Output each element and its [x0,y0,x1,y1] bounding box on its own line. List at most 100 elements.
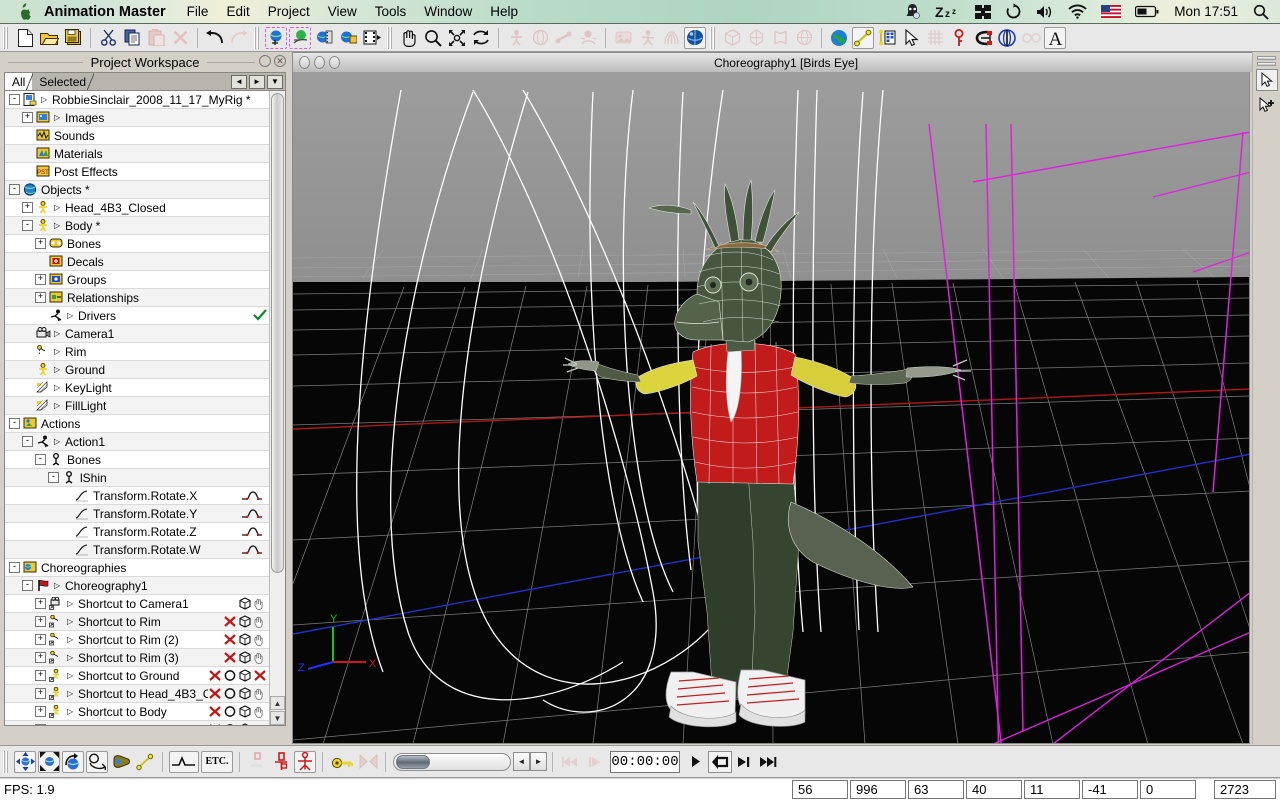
open-folder-button[interactable] [38,27,60,49]
disclosure-triangle-icon[interactable]: ▷ [41,95,50,104]
collapse-toggle-icon[interactable]: - [9,184,20,195]
bone-mode-button[interactable] [110,751,132,773]
viewport-titlebar[interactable]: Choreography1 [Birds Eye] [292,52,1280,72]
expand-toggle-icon[interactable]: + [35,598,46,609]
menu-app-title[interactable]: Animation Master [36,0,178,23]
menu-help[interactable]: Help [481,0,527,23]
us-flag-icon[interactable] [1101,0,1122,23]
scale-mode-button[interactable] [38,750,60,773]
tree-row[interactable]: ▷ KeyLight [5,379,269,397]
disclosure-triangle-icon[interactable]: ▷ [54,437,63,446]
red-x-icon[interactable] [208,669,222,682]
status-field-6[interactable]: 0 [1140,780,1196,799]
tree-scroll-down-button[interactable]: ▼ [270,711,285,725]
toolbar-grip[interactable] [3,26,10,49]
copy-button[interactable] [121,27,143,49]
tree-row[interactable]: + ▷ Shortcut to Rim (3) [5,649,269,667]
menu-window[interactable]: Window [415,0,481,23]
expand-toggle-icon[interactable]: + [22,202,33,213]
tree-row[interactable]: Sounds [5,127,269,145]
disclosure-triangle-icon[interactable]: ▷ [67,671,76,680]
new-document-button[interactable] [14,27,36,49]
tree-row[interactable]: + Groups [5,271,269,289]
link-chain-button[interactable] [1020,27,1042,49]
red-x-icon[interactable] [223,651,237,664]
bottombar-grip[interactable] [3,750,10,773]
new-choreography-button[interactable] [313,27,335,49]
tree-row[interactable]: - lShin [5,469,269,487]
extrude-button[interactable] [769,27,791,49]
collapse-toggle-icon[interactable]: - [22,436,33,447]
influence-sphere-button[interactable] [996,27,1018,49]
tree-row[interactable]: Decals [5,253,269,271]
rotate-view-button[interactable] [470,27,492,49]
rotate-mode-button[interactable] [62,750,84,773]
tree-row[interactable]: + Bones [5,235,269,253]
skip-to-start-button[interactable] [559,751,581,773]
tree-row[interactable]: + ▷ Shortcut to Rim (2) [5,631,269,649]
sync-arrows-icon[interactable] [1005,0,1022,23]
tree-row[interactable]: + ▷ Shortcut to Ground [5,667,269,685]
decal-button[interactable] [612,27,634,49]
tab-selected[interactable]: Selected [32,73,95,90]
etc-button[interactable]: ETC. [201,750,233,773]
tab-menu-button[interactable]: ▼ [267,74,283,89]
expand-toggle-icon[interactable]: + [35,634,46,645]
sleep-zzz-icon[interactable]: Zzz [935,0,961,23]
undo-button[interactable] [204,27,226,49]
spline-mode-button[interactable] [134,751,156,773]
collapse-toggle-icon[interactable]: - [9,94,20,105]
curve-preview-icon[interactable] [237,525,267,538]
play-button[interactable] [684,751,708,773]
menu-view[interactable]: View [319,0,366,23]
tree-row[interactable]: - Actions [5,415,269,433]
hand-pose-icon[interactable] [253,723,267,725]
muscle-mode-button[interactable] [86,750,108,773]
tree-row[interactable]: - ▷ Choreography1 [5,577,269,595]
tree-row[interactable]: - ▷ Action1 [5,433,269,451]
tree-row[interactable]: + ▷ Shortcut to Body [5,703,269,721]
new-material-button[interactable] [337,27,359,49]
expand-toggle-icon[interactable]: + [35,652,46,663]
save-project-button[interactable] [62,27,84,49]
tree-row[interactable]: ▷ FillLight [5,397,269,415]
shade-mode-button[interactable] [684,26,706,49]
cut-button[interactable] [97,27,119,49]
hand-pose-icon[interactable] [253,633,267,646]
tree-row[interactable]: ▷ Rim [5,343,269,361]
disclosure-triangle-icon[interactable]: ▷ [67,653,76,662]
disclosure-triangle-icon[interactable]: ▷ [54,113,63,122]
tree-scrollbar-thumb[interactable] [271,93,284,573]
toolbar-grip[interactable] [710,26,717,49]
toolstrip-grip[interactable] [1257,56,1276,60]
red-x-icon[interactable] [223,615,237,628]
redo-button[interactable] [228,27,250,49]
slider-prev-button[interactable]: ◄ [513,752,530,771]
curve-preview-icon[interactable] [237,543,267,556]
menu-project[interactable]: Project [259,0,319,23]
disclosure-triangle-icon[interactable]: ▷ [54,329,63,338]
keyframe-bone-button[interactable] [270,751,292,773]
tree-row[interactable]: + ▷ Head_4B3_Closed [5,199,269,217]
disclosure-triangle-icon[interactable]: ▷ [67,599,76,608]
curve-preview-icon[interactable] [237,489,267,502]
bounding-box-icon[interactable] [238,615,252,628]
hand-pose-icon[interactable] [253,597,267,610]
magnet-button[interactable] [972,27,994,49]
collapse-toggle-icon[interactable]: - [22,220,33,231]
time-display-field[interactable]: 00:00:00 [610,750,680,773]
tree-row[interactable]: - Bones [5,451,269,469]
wifi-icon[interactable] [1068,0,1087,23]
circle-icon[interactable] [223,687,237,700]
delete-button[interactable] [169,27,191,49]
red-x-icon[interactable] [208,705,222,718]
tree-row[interactable]: Transform.Rotate.Y [5,505,269,523]
loop-button[interactable] [708,750,732,773]
mirror-mode-button[interactable] [357,751,379,773]
red-x-icon[interactable] [223,633,237,646]
sphere-grid-button[interactable] [793,27,815,49]
expand-toggle-icon[interactable]: + [35,688,46,699]
tab-prev-button[interactable]: ◄ [231,74,247,89]
disclosure-triangle-icon[interactable]: ▷ [54,401,63,410]
tree-row[interactable]: + ▷Shortcut to Head_4B3_Closed [5,685,269,703]
